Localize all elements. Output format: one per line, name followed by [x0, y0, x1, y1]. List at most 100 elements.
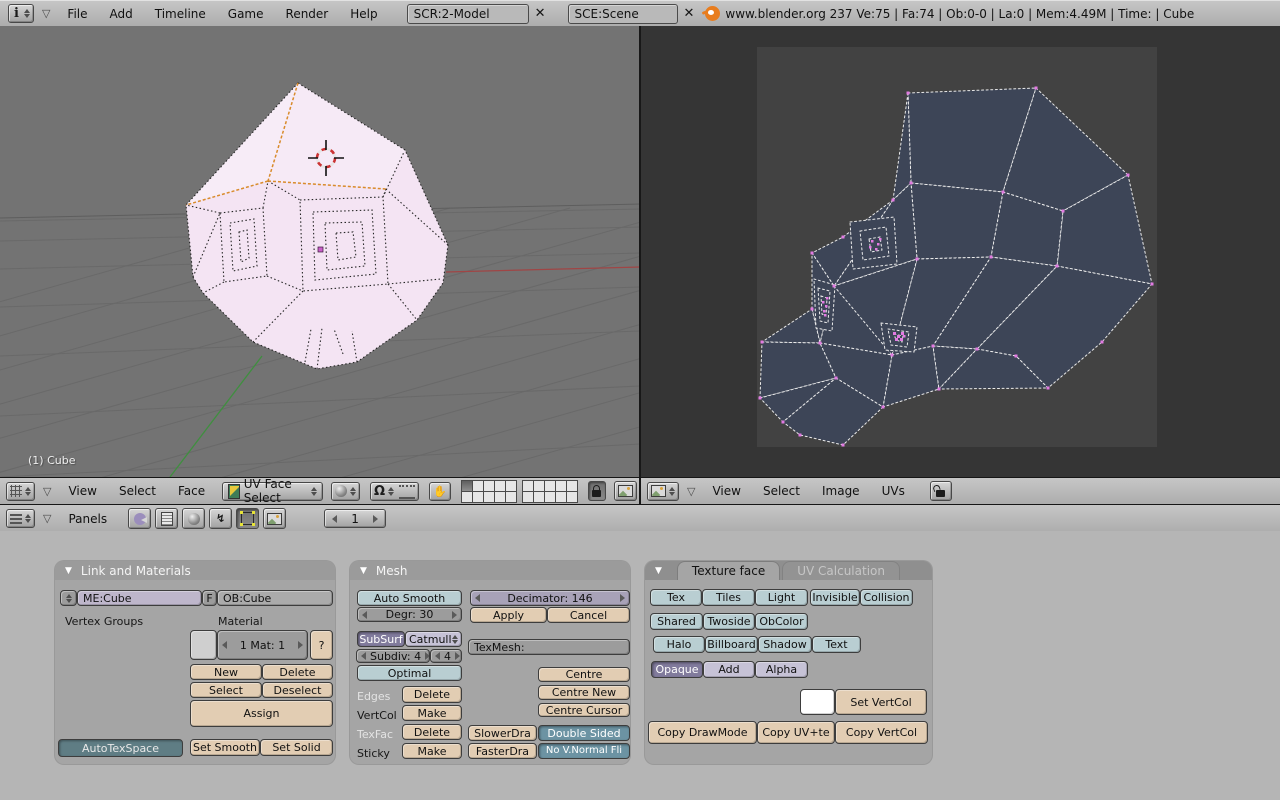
alpha-toggle[interactable]: Alpha	[755, 661, 808, 678]
vgroup-new-button[interactable]: New	[190, 664, 262, 680]
material-count-stepper[interactable]: 1 Mat: 1	[217, 630, 308, 660]
shading-context-button[interactable]	[182, 508, 206, 529]
panels-label[interactable]: Panels	[57, 512, 118, 526]
header-collapse-icon[interactable]: ▽	[43, 485, 51, 498]
faster-draw-button[interactable]: FasterDra	[468, 743, 537, 759]
script-context-button[interactable]	[155, 508, 179, 529]
double-sided-toggle[interactable]: Double Sided	[538, 725, 630, 741]
scene-close-icon[interactable]: ✕	[678, 6, 701, 21]
menu-view[interactable]: View	[57, 484, 107, 498]
tab-uv-calculation[interactable]: UV Calculation	[782, 561, 900, 580]
mesh-name-field[interactable]: ME:Cube	[77, 590, 202, 606]
area-divider[interactable]	[639, 26, 641, 504]
object-context-button[interactable]: ↯	[209, 508, 233, 529]
copy-drawmode-button[interactable]: Copy DrawMode	[648, 721, 757, 744]
draw-type-button[interactable]	[330, 481, 360, 501]
menu-select[interactable]: Select	[752, 484, 811, 498]
menu-timeline[interactable]: Timeline	[144, 7, 217, 21]
halo-toggle[interactable]: Halo	[653, 636, 705, 653]
billboard-toggle[interactable]: Billboard	[705, 636, 758, 653]
menu-add[interactable]: Add	[99, 7, 144, 21]
copy-uvtex-button[interactable]: Copy UV+te	[757, 721, 835, 744]
vgroup-deselect-button[interactable]: Deselect	[262, 682, 333, 698]
auto-smooth-toggle[interactable]: Auto Smooth	[357, 590, 462, 606]
render-preview-button[interactable]	[614, 481, 637, 501]
set-vertcol-button[interactable]: Set VertCol	[835, 689, 927, 715]
material-help-button[interactable]: ?	[310, 630, 333, 660]
decimator-cancel-button[interactable]: Cancel	[547, 607, 630, 623]
shadow-toggle[interactable]: Shadow	[758, 636, 812, 653]
window-type-button[interactable]: i	[8, 4, 34, 23]
object-name-field[interactable]: OB:Cube	[217, 590, 333, 606]
menu-face[interactable]: Face	[167, 484, 216, 498]
editor-type-button-uv[interactable]	[647, 481, 679, 501]
subsurf-toggle[interactable]: SubSurf	[357, 631, 405, 647]
collision-toggle[interactable]: Collision	[860, 589, 913, 606]
shared-toggle[interactable]: Shared	[650, 613, 703, 630]
set-solid-button[interactable]: Set Solid	[260, 739, 333, 756]
menu-render[interactable]: Render	[275, 7, 340, 21]
tex-toggle[interactable]: Tex	[650, 589, 702, 606]
editing-context-button[interactable]	[236, 508, 260, 529]
header-collapse-icon[interactable]: ▽	[42, 7, 50, 20]
autotexspace-toggle[interactable]: AutoTexSpace	[58, 739, 183, 757]
twoside-toggle[interactable]: Twoside	[703, 613, 755, 630]
subdiv-stepper[interactable]: Subdiv: 4	[356, 649, 430, 663]
menu-help[interactable]: Help	[339, 7, 388, 21]
set-smooth-button[interactable]: Set Smooth	[190, 739, 260, 756]
screen-selector[interactable]: SCR:2-Model	[406, 3, 529, 24]
logic-context-button[interactable]	[128, 508, 152, 529]
slower-draw-button[interactable]: SlowerDra	[468, 725, 537, 741]
screen-close-icon[interactable]: ✕	[529, 6, 552, 21]
header-collapse-icon[interactable]: ▽	[687, 485, 695, 498]
update-lock-button[interactable]	[929, 481, 952, 501]
vgroup-select-button[interactable]: Select	[190, 682, 262, 698]
subsurf-type-dropdown[interactable]: Catmull	[405, 631, 462, 647]
scene-context-button[interactable]	[263, 508, 287, 529]
centre-cursor-button[interactable]: Centre Cursor	[538, 703, 630, 717]
menu-view[interactable]: View	[701, 484, 751, 498]
lock-view-button[interactable]	[587, 481, 606, 501]
panel-header[interactable]: ▼ Texture face UV Calculation	[645, 561, 932, 580]
layer-buttons-group-2[interactable]	[521, 479, 578, 503]
editor-type-button-buttons[interactable]	[6, 509, 35, 528]
tab-texture-face[interactable]: Texture face	[676, 561, 781, 580]
sticky-make-button[interactable]: Make	[402, 743, 462, 759]
panel-header[interactable]: ▼ Mesh	[350, 561, 630, 580]
header-collapse-icon[interactable]: ▽	[43, 512, 51, 525]
mode-dropdown[interactable]: UV Face Select	[222, 477, 323, 505]
panel-header[interactable]: ▼ Link and Materials	[55, 561, 335, 580]
edges-delete-button[interactable]: Delete	[402, 686, 462, 703]
no-vnormal-flip-toggle[interactable]: No V.Normal Fli	[538, 743, 630, 759]
obcolor-toggle[interactable]: ObColor	[755, 613, 808, 630]
copy-vertcol-button[interactable]: Copy VertCol	[835, 721, 928, 744]
manipulator-button[interactable]: ✋	[429, 481, 451, 501]
vertcol-make-button[interactable]: Make	[402, 705, 462, 721]
proportional-edit-button[interactable]: Ω	[369, 481, 419, 501]
centre-button[interactable]: Centre	[538, 667, 630, 682]
vertcol-color-swatch[interactable]	[800, 689, 835, 715]
layer-buttons-group-1[interactable]	[460, 479, 517, 503]
light-toggle[interactable]: Light	[755, 589, 808, 606]
decimator-apply-button[interactable]: Apply	[470, 607, 547, 623]
mesh-browse-button[interactable]	[60, 590, 77, 606]
menu-uvs[interactable]: UVs	[871, 484, 916, 498]
vgroup-delete-button[interactable]: Delete	[262, 664, 333, 680]
tiles-toggle[interactable]: Tiles	[702, 589, 755, 606]
text-toggle[interactable]: Text	[812, 636, 861, 653]
optimal-toggle[interactable]: Optimal	[357, 665, 462, 681]
render-level-stepper[interactable]: 4	[430, 649, 462, 663]
texmesh-field[interactable]: TexMesh:	[468, 639, 630, 655]
scene-selector[interactable]: SCE:Scene	[567, 3, 678, 24]
menu-game[interactable]: Game	[217, 7, 275, 21]
decimator-slider[interactable]: Decimator: 146	[470, 590, 630, 606]
assign-button[interactable]: Assign	[190, 700, 333, 727]
centre-new-button[interactable]: Centre New	[538, 685, 630, 700]
add-toggle[interactable]: Add	[703, 661, 755, 678]
opaque-toggle[interactable]: Opaque	[651, 661, 703, 678]
viewport-3d[interactable]: (1) Cube	[0, 26, 640, 477]
invisible-toggle[interactable]: Invisible	[810, 589, 860, 606]
frame-number-stepper[interactable]: 1	[324, 509, 387, 528]
material-color-swatch[interactable]	[190, 630, 217, 660]
texfac-delete-button[interactable]: Delete	[402, 724, 462, 740]
